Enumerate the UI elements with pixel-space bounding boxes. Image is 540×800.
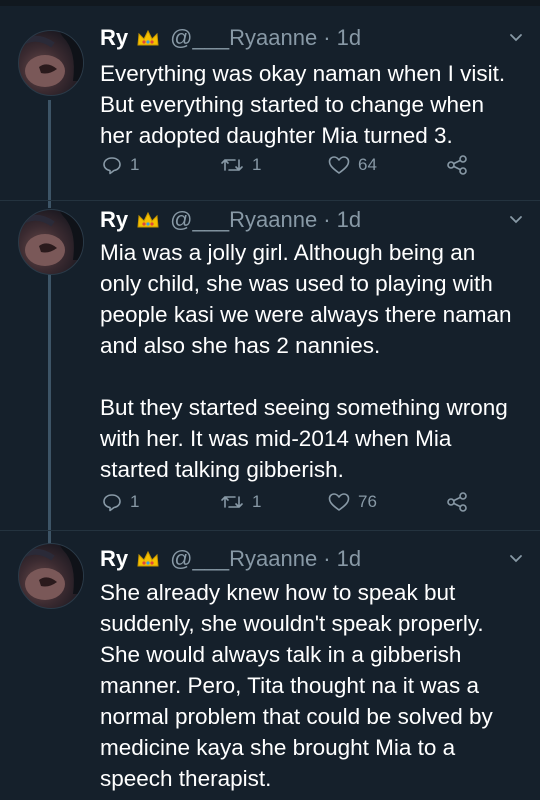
retweet-icon <box>221 496 243 508</box>
tweet-text: Everything was okay naman when I visit. … <box>100 61 506 148</box>
crown-icon <box>137 550 159 567</box>
share-button[interactable] <box>446 489 468 515</box>
tweet-actions: 1 1 76 <box>100 489 500 515</box>
reply-button[interactable]: 1 <box>102 152 139 178</box>
tweet-header: Ry @___Ryaanne · 1d <box>100 206 361 234</box>
chevron-down-icon[interactable] <box>508 551 524 567</box>
like-count: 64 <box>358 155 377 174</box>
avatar[interactable] <box>18 543 84 609</box>
tweet-header: Ry @___Ryaanne · 1d <box>100 24 361 52</box>
avatar[interactable] <box>18 30 84 96</box>
share-icon <box>447 492 467 512</box>
username-handle[interactable]: @___Ryaanne <box>170 207 317 233</box>
display-name[interactable]: Ry <box>100 25 128 51</box>
retweet-button[interactable]: 1 <box>220 152 261 178</box>
crown-icon <box>137 29 159 46</box>
username-handle[interactable]: @___Ryaanne <box>170 25 317 51</box>
username-handle[interactable]: @___Ryaanne <box>170 546 317 572</box>
retweet-icon <box>221 159 243 171</box>
tweet-header: Ry @___Ryaanne · 1d <box>100 545 361 573</box>
timestamp[interactable]: · 1d <box>323 207 361 233</box>
timestamp[interactable]: · 1d <box>323 546 361 572</box>
share-button[interactable] <box>446 152 468 178</box>
chevron-down-icon[interactable] <box>508 30 524 46</box>
timestamp[interactable]: · 1d <box>323 25 361 51</box>
heart-icon <box>328 493 350 511</box>
like-button[interactable]: 64 <box>328 152 377 178</box>
display-name[interactable]: Ry <box>100 207 128 233</box>
avatar[interactable] <box>18 209 84 275</box>
tweet[interactable]: Ry @___Ryaanne · 1d Mia was a jolly girl… <box>0 201 540 529</box>
heart-icon <box>328 156 350 174</box>
retweet-button[interactable]: 1 <box>220 489 261 515</box>
reply-icon <box>103 157 121 175</box>
tweet-text: Mia was a jolly girl. Although being an … <box>100 240 512 482</box>
share-icon <box>447 155 467 175</box>
like-button[interactable]: 76 <box>328 489 377 515</box>
tweet-actions: 1 1 64 <box>100 152 500 178</box>
crown-icon <box>137 211 159 228</box>
reply-count: 1 <box>130 492 140 511</box>
tweet-text: She already knew how to speak but sudden… <box>100 580 493 791</box>
tweet[interactable]: Ry @___Ryaanne · 1d She already knew how… <box>0 531 540 800</box>
retweet-count: 1 <box>252 155 262 174</box>
chevron-down-icon[interactable] <box>508 212 524 228</box>
reply-icon <box>103 494 121 512</box>
tweet[interactable]: Ry @___Ryaanne · 1d Everything was okay … <box>0 0 540 200</box>
reply-count: 1 <box>130 155 140 174</box>
like-count: 76 <box>358 492 377 511</box>
retweet-count: 1 <box>252 492 262 511</box>
display-name[interactable]: Ry <box>100 546 128 572</box>
reply-button[interactable]: 1 <box>102 489 139 515</box>
